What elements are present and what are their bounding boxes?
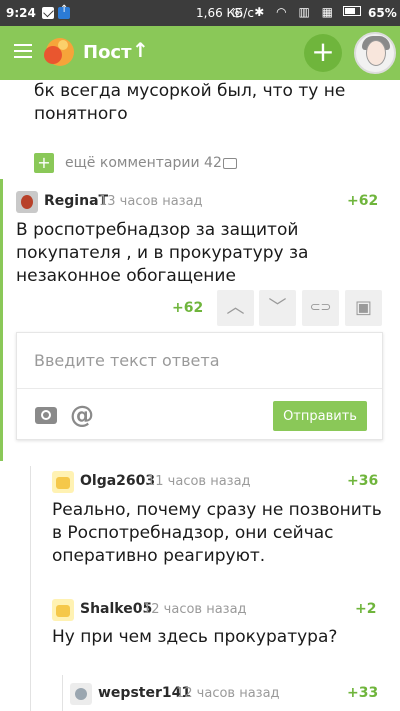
comment-header: Olga2603 11 часов назад +36 bbox=[52, 471, 378, 493]
comment-rating: +62 bbox=[347, 193, 379, 209]
comment-time: 11 часов назад bbox=[147, 474, 251, 489]
more-comments-link[interactable]: + ещё комментарии 42 bbox=[34, 153, 334, 175]
app-bar: Пост ↑ + bbox=[0, 26, 400, 80]
comment-username[interactable]: Olga2603 bbox=[80, 473, 155, 489]
comment-time: 12 часов назад bbox=[143, 602, 247, 617]
link-icon: ⊂⊃ bbox=[309, 300, 332, 315]
thread-line-nested bbox=[62, 675, 63, 711]
comment-body: Реально, почему сразу не позвонить в Рос… bbox=[52, 500, 382, 566]
vote-count: +62 bbox=[172, 300, 204, 316]
downvote-button[interactable]: ﹀ bbox=[259, 290, 296, 326]
send-reply-button[interactable]: Отправить bbox=[273, 401, 367, 431]
page-title[interactable]: Пост bbox=[83, 42, 132, 63]
status-bar: 9:24 1,66 КБ/с ◎ ✱ ◠ ▥ ▦ 65% bbox=[0, 0, 400, 26]
commenter-avatar[interactable] bbox=[16, 191, 38, 213]
previous-comment-text: бк всегда мусоркой был, что ту не понятн… bbox=[34, 81, 346, 124]
pikabu-logo-icon[interactable] bbox=[42, 36, 76, 70]
status-icons: ◎ ✱ ◠ ▥ ▦ bbox=[232, 5, 337, 19]
upvote-button[interactable]: ︿ bbox=[217, 290, 254, 326]
comment-icon bbox=[223, 158, 237, 169]
menu-icon[interactable] bbox=[14, 44, 32, 58]
reply-input[interactable] bbox=[17, 333, 382, 389]
comment-rating: +2 bbox=[355, 601, 377, 617]
comment-header: ReginaT 13 часов назад +62 bbox=[16, 191, 378, 213]
comment-username[interactable]: Shalke05 bbox=[80, 601, 152, 617]
comment-rating: +36 bbox=[347, 473, 379, 489]
comment-header: wepster141 12 часов назад +33 bbox=[70, 683, 378, 705]
status-time: 9:24 bbox=[6, 6, 36, 20]
comments-content[interactable]: бк всегда мусоркой был, что ту не понятн… bbox=[0, 80, 400, 711]
mention-at-icon[interactable]: @ bbox=[70, 401, 94, 429]
reply-form: @ Отправить bbox=[16, 332, 383, 440]
user-avatar[interactable] bbox=[354, 32, 396, 74]
more-comments-text[interactable]: ещё комментарии 42 bbox=[65, 155, 222, 171]
add-post-button[interactable]: + bbox=[304, 34, 342, 72]
battery-icon bbox=[343, 6, 361, 16]
thread-line bbox=[30, 466, 31, 711]
expand-plus-icon[interactable]: + bbox=[34, 153, 54, 173]
scroll-up-arrow-icon[interactable]: ↑ bbox=[132, 38, 149, 62]
battery-percent: 65% bbox=[368, 6, 397, 20]
commenter-avatar[interactable] bbox=[70, 683, 92, 705]
chevron-down-icon: ﹀ bbox=[268, 297, 287, 318]
share-link-button[interactable]: ⊂⊃ bbox=[302, 290, 339, 326]
save-comment-button[interactable]: ▣ bbox=[345, 290, 382, 326]
chevron-up-icon: ︿ bbox=[226, 297, 245, 318]
camera-icon[interactable] bbox=[35, 407, 57, 424]
comment-header: Shalke05 12 часов назад +2 bbox=[52, 599, 377, 621]
save-icon: ▣ bbox=[354, 297, 372, 318]
comment-body: В роспотребнадзор за защитой покупателя … bbox=[16, 220, 309, 286]
mail-notification-icon bbox=[42, 7, 54, 19]
comment-rating: +33 bbox=[347, 685, 379, 701]
comment-time: 13 часов назад bbox=[99, 194, 203, 209]
active-thread-line bbox=[0, 179, 3, 461]
commenter-avatar[interactable] bbox=[52, 471, 74, 493]
comment-body: Ну при чем здесь прокуратура? bbox=[52, 627, 338, 647]
upload-notification-icon bbox=[58, 4, 70, 19]
commenter-avatar[interactable] bbox=[52, 599, 74, 621]
comment-time: 12 часов назад bbox=[176, 686, 280, 701]
